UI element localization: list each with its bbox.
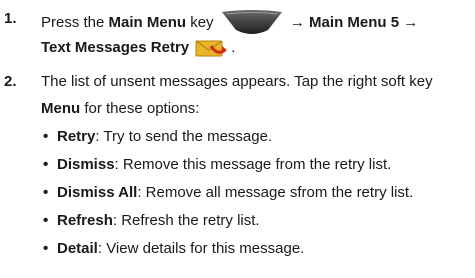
option-desc: : Remove all message sfrom the retry lis… <box>137 184 414 201</box>
menu-path: → Main Menu 5 → <box>289 13 419 31</box>
option-name: Detail <box>57 240 98 257</box>
option-desc: : Remove this message from the retry lis… <box>114 156 392 173</box>
list-item: • Refresh: Refresh the retry list. <box>43 212 260 229</box>
step-text: for these options: <box>80 100 200 117</box>
list-item: • Detail: View details for this message. <box>43 240 305 257</box>
step-1-line-2: Text Messages Retry . <box>41 38 235 58</box>
step-1-line-1: Press the Main Menu key → Main Menu 5 → <box>41 10 418 36</box>
list-item: • Dismiss All: Remove all message sfrom t… <box>43 184 414 201</box>
option-name: Dismiss <box>57 156 115 173</box>
option-desc: : View details for this message. <box>97 240 305 257</box>
option-name: Refresh <box>57 212 113 229</box>
main-menu-key-icon <box>221 10 282 34</box>
step-2-line-2: Menu for these options: <box>41 100 199 117</box>
menu-target: Text Messages Retry <box>41 38 190 56</box>
menu-label: Menu <box>41 100 81 117</box>
list-item: • Retry: Try to send the message. <box>43 128 273 145</box>
option-name: Retry <box>57 128 96 145</box>
step-number: 2. <box>4 73 17 90</box>
step-text: Press the <box>41 13 109 31</box>
list-item: • Dismiss: Remove this message from the r… <box>43 156 392 173</box>
option-desc: : Try to send the message. <box>95 128 273 145</box>
step-2-line-1: The list of unsent messages appears. Tap… <box>41 73 433 90</box>
step-text: key <box>186 13 214 31</box>
option-desc: : Refresh the retry list. <box>112 212 260 229</box>
key-name: Main Menu <box>108 13 187 31</box>
option-name: Dismiss All <box>57 184 138 201</box>
envelope-retry-icon <box>195 40 228 57</box>
step-number: 1. <box>4 10 17 27</box>
